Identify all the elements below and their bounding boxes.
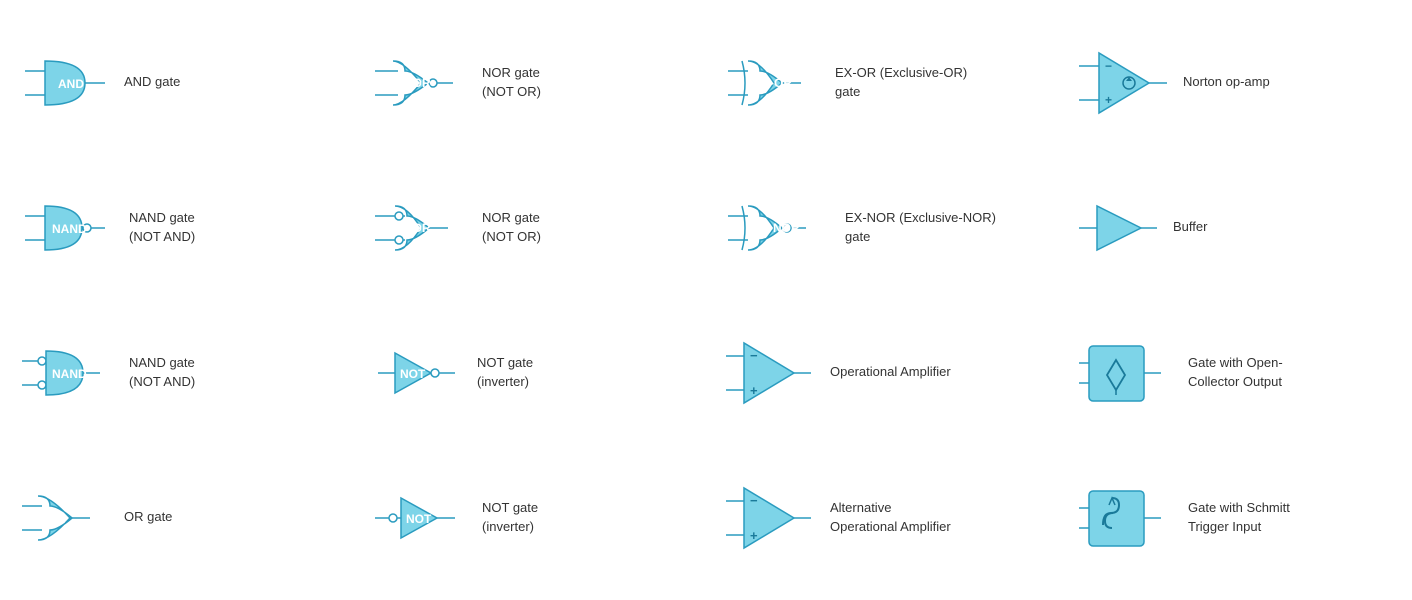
svg-text:OR: OR — [47, 512, 65, 526]
svg-text:NOR: NOR — [404, 221, 431, 235]
svg-text:AND: AND — [58, 77, 84, 91]
norton-label: Norton op-amp — [1183, 73, 1283, 91]
cell-nand1: NAND NAND gate(NOT AND) — [0, 155, 353, 300]
svg-text:NOT: NOT — [406, 512, 432, 526]
cell-buffer: Buffer — [1059, 155, 1412, 300]
buffer-symbol — [1079, 198, 1159, 258]
cell-nand2: NAND NAND gate(NOT AND) — [0, 300, 353, 445]
cell-not1: NOT NOT gate(inverter) — [353, 300, 706, 445]
opamp-label: Operational Amplifier — [830, 363, 951, 381]
nand1-label: NAND gate(NOT AND) — [129, 209, 229, 245]
nor2-label: NOR gate(NOT OR) — [482, 209, 582, 245]
not2-label: NOT gate(inverter) — [482, 499, 582, 535]
nor-gate-symbol: NOR — [373, 53, 468, 113]
cell-exor: EX-OR EX-OR (Exclusive-OR)gate — [706, 10, 1059, 155]
opencollector-label: Gate with Open-Collector Output — [1188, 354, 1288, 390]
svg-text:EX-NOR: EX-NOR — [753, 221, 800, 235]
not2-gate-symbol: NOT — [373, 488, 468, 548]
exor-label: EX-OR (Exclusive-OR)gate — [835, 64, 967, 100]
nand2-gate-symbol: NAND — [20, 343, 115, 403]
or-gate-symbol: OR — [20, 488, 110, 548]
and-label: AND gate — [124, 73, 224, 91]
svg-text:NAND: NAND — [52, 367, 87, 381]
cell-nor1: NOR NOR gate(NOT OR) — [353, 10, 706, 155]
and-gate-symbol: AND — [20, 53, 110, 113]
cell-not2: NOT NOT gate(inverter) — [353, 445, 706, 590]
opencollector-symbol — [1079, 338, 1174, 408]
cell-nor2: NOR NOR gate(NOT OR) — [353, 155, 706, 300]
exor-gate-symbol: EX-OR — [726, 53, 821, 113]
svg-text:−: − — [1105, 59, 1112, 73]
altopamp-symbol: − + — [726, 483, 816, 553]
norton-symbol: − + — [1079, 48, 1169, 118]
not1-gate-symbol: NOT — [373, 343, 463, 403]
cell-opencollector: Gate with Open-Collector Output — [1059, 300, 1412, 445]
main-grid: AND AND gate NOR NOR gate(NOT OR) — [0, 0, 1412, 600]
cell-exnor: EX-NOR EX-NOR (Exclusive-NOR)gate — [706, 155, 1059, 300]
schmitt-label: Gate with SchmittTrigger Input — [1188, 499, 1290, 535]
opamp-symbol: − + — [726, 338, 816, 408]
cell-opamp: − + Operational Amplifier — [706, 300, 1059, 445]
svg-text:NOR: NOR — [404, 76, 431, 90]
altopamp-label: AlternativeOperational Amplifier — [830, 499, 951, 535]
svg-text:+: + — [750, 383, 758, 398]
svg-text:NAND: NAND — [52, 222, 87, 236]
nand2-label: NAND gate(NOT AND) — [129, 354, 229, 390]
svg-text:−: − — [750, 493, 758, 508]
cell-or: OR OR gate — [0, 445, 353, 590]
exnor-gate-symbol: EX-NOR — [726, 198, 831, 258]
cell-altopamp: − + AlternativeOperational Amplifier — [706, 445, 1059, 590]
svg-text:EX-OR: EX-OR — [754, 76, 792, 90]
cell-schmitt: Gate with SchmittTrigger Input — [1059, 445, 1412, 590]
nand-gate-symbol: NAND — [20, 198, 115, 258]
nor2-gate-symbol: NOR — [373, 198, 468, 258]
svg-text:NOT: NOT — [400, 367, 426, 381]
cell-and: AND AND gate — [0, 10, 353, 155]
not1-label: NOT gate(inverter) — [477, 354, 577, 390]
cell-norton: − + Norton op-amp — [1059, 10, 1412, 155]
buffer-label: Buffer — [1173, 218, 1273, 236]
or-label: OR gate — [124, 508, 224, 526]
svg-text:+: + — [1105, 93, 1112, 107]
svg-text:+: + — [750, 528, 758, 543]
exnor-label: EX-NOR (Exclusive-NOR)gate — [845, 209, 996, 245]
schmitt-symbol — [1079, 483, 1174, 553]
nor1-label: NOR gate(NOT OR) — [482, 64, 582, 100]
svg-text:−: − — [750, 348, 758, 363]
